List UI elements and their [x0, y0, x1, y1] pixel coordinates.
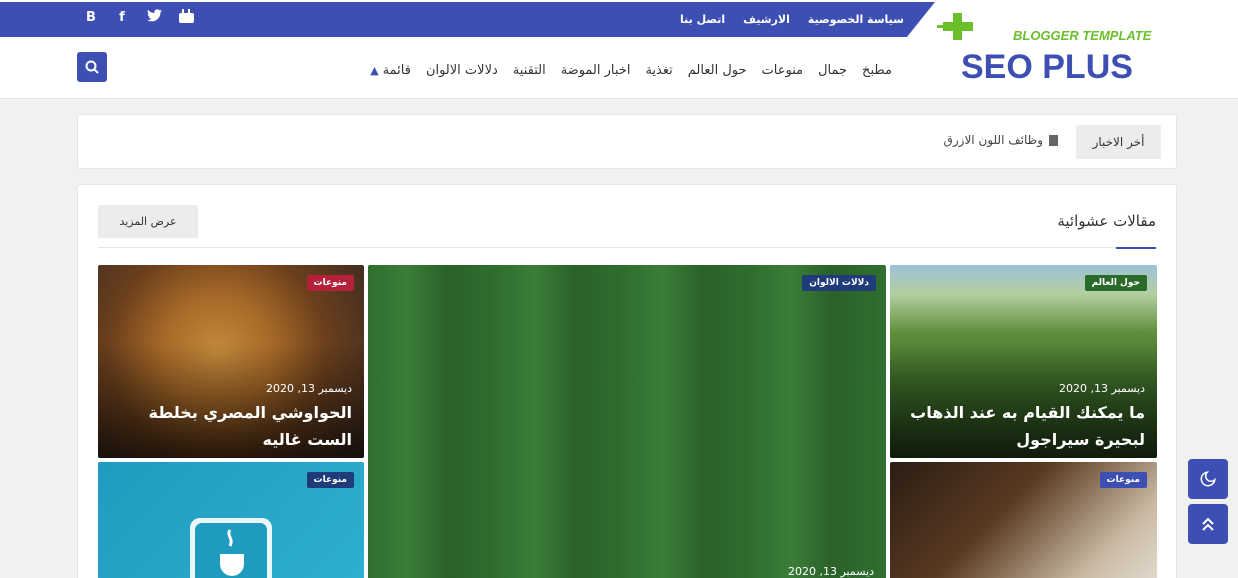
top-links: سياسة الخصوصية الارشيف اتصل بنا: [680, 2, 904, 37]
post-card-featured[interactable]: دلالات الالوان ديسمبر 13, 2020: [368, 265, 886, 578]
nav-item-nutrition[interactable]: تغذية: [645, 63, 672, 78]
news-ticker: أخر الاخبار وظائف اللون الازرق: [77, 114, 1177, 169]
post-card[interactable]: منوعات: [98, 462, 364, 578]
chevron-up-icon: ▲: [370, 63, 379, 77]
site-logo[interactable]: BLOGGER TEMPLATE SEO PLUS: [937, 8, 1169, 88]
moon-icon: [1200, 471, 1216, 487]
category-badge[interactable]: دلالات الالوان: [802, 275, 876, 291]
post-date: ديسمبر 13, 2020: [265, 382, 352, 395]
category-badge[interactable]: منوعات: [1099, 472, 1147, 488]
nav-item-colors[interactable]: دلالات الالوان: [426, 63, 498, 78]
double-chevron-up-icon: [1202, 517, 1214, 531]
category-badge[interactable]: منوعات: [306, 275, 354, 291]
logo-tagline: BLOGGER TEMPLATE: [1013, 28, 1152, 43]
random-posts-section: مقالات عشوائية عرض المزيد حول العالم ديس…: [77, 184, 1177, 578]
youtube-icon[interactable]: [177, 9, 195, 27]
back-to-top-button[interactable]: [1188, 504, 1228, 544]
post-card[interactable]: منوعات ديسمبر 13, 2020 الحواوشي المصري ب…: [98, 265, 364, 458]
nav-item-kitchen[interactable]: مطبخ: [862, 63, 892, 78]
post-card[interactable]: حول العالم ديسمبر 13, 2020 ما يمكنك القي…: [890, 265, 1157, 458]
logo-name: SEO PLUS: [961, 48, 1133, 86]
ticker-item-text: وظائف اللون الازرق: [943, 133, 1043, 147]
dark-mode-toggle[interactable]: [1188, 459, 1228, 499]
archive-link[interactable]: الارشيف: [743, 13, 790, 26]
category-badge[interactable]: منوعات: [306, 472, 354, 488]
blogger-icon[interactable]: B: [82, 9, 100, 27]
java-logo-icon: [190, 518, 272, 578]
twitter-icon[interactable]: [145, 9, 163, 27]
section-title: مقالات عشوائية: [1057, 212, 1156, 230]
document-icon: [1049, 134, 1058, 146]
nav-item-fashion[interactable]: اخبار الموضة: [561, 63, 631, 78]
nav-item-menu[interactable]: قائمة▲: [370, 63, 411, 78]
category-badge[interactable]: حول العالم: [1084, 275, 1147, 291]
section-divider: [98, 247, 1156, 248]
post-date: ديسمبر 13, 2020: [787, 565, 874, 578]
search-button[interactable]: [77, 52, 107, 82]
nav-item-misc[interactable]: منوعات: [762, 63, 804, 78]
post-date: ديسمبر 13, 2020: [1058, 382, 1145, 395]
main-nav: مطبخ جمال منوعات حول العالم تغذية اخبار …: [370, 60, 892, 80]
ticker-item[interactable]: وظائف اللون الازرق: [944, 133, 1058, 147]
post-card[interactable]: منوعات: [890, 462, 1157, 578]
section-accent: [1116, 247, 1156, 249]
search-icon: [85, 60, 99, 74]
facebook-icon[interactable]: f: [113, 9, 131, 27]
nav-item-beauty[interactable]: جمال: [818, 63, 847, 78]
show-more-button[interactable]: عرض المزيد: [98, 205, 198, 238]
nav-item-tech[interactable]: التقنية: [513, 63, 546, 78]
post-title[interactable]: الحواوشي المصري بخلطة الست غاليه: [110, 399, 352, 453]
ticker-label: أخر الاخبار: [1076, 125, 1161, 159]
privacy-link[interactable]: سياسة الخصوصية: [808, 13, 904, 26]
menu-label: قائمة: [382, 62, 411, 78]
post-title[interactable]: ما يمكنك القيام به عند الذهاب لبحيرة سير…: [902, 399, 1145, 453]
contact-link[interactable]: اتصل بنا: [680, 13, 725, 26]
nav-item-world[interactable]: حول العالم: [688, 63, 747, 78]
plus-logo-icon: [937, 13, 973, 40]
